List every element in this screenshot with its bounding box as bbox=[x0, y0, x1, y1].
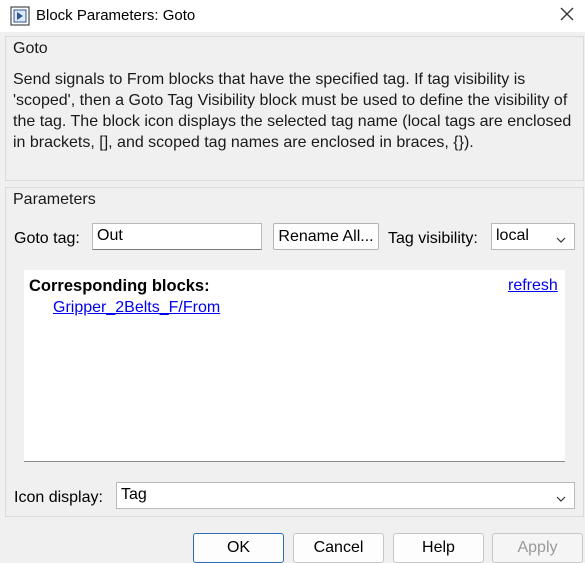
tag-visibility-label: Tag visibility: bbox=[388, 230, 478, 247]
tag-visibility-select[interactable]: local bbox=[491, 223, 575, 250]
apply-button[interactable]: Apply bbox=[492, 533, 583, 563]
chevron-down-icon bbox=[555, 489, 567, 502]
goto-tag-input[interactable]: Out bbox=[92, 223, 262, 250]
ok-button[interactable]: OK bbox=[193, 533, 284, 563]
close-icon bbox=[560, 7, 574, 26]
simulink-block-icon bbox=[10, 6, 30, 26]
refresh-link[interactable]: refresh bbox=[508, 276, 558, 296]
close-button[interactable] bbox=[548, 0, 585, 32]
tag-visibility-value: local bbox=[496, 227, 529, 244]
parameters-panel: Parameters Goto tag: Out Rename All... T… bbox=[5, 187, 584, 517]
icon-display-value: Tag bbox=[121, 486, 147, 503]
title-bar: Block Parameters: Goto bbox=[0, 0, 585, 32]
goto-description-panel: Goto Send signals to From blocks that ha… bbox=[5, 36, 584, 181]
help-button[interactable]: Help bbox=[393, 533, 484, 563]
rename-all-button[interactable]: Rename All... bbox=[273, 223, 379, 250]
icon-display-label: Icon display: bbox=[14, 489, 103, 506]
corresponding-block-link[interactable]: Gripper_2Belts_F/From bbox=[53, 298, 220, 318]
goto-legend: Goto bbox=[13, 40, 48, 57]
icon-display-select[interactable]: Tag bbox=[116, 482, 575, 509]
window-title: Block Parameters: Goto bbox=[36, 7, 196, 24]
parameters-legend: Parameters bbox=[13, 191, 96, 208]
corresponding-blocks-box: Corresponding blocks: refresh Gripper_2B… bbox=[24, 270, 565, 462]
cancel-button[interactable]: Cancel bbox=[293, 533, 384, 563]
block-description: Send signals to From blocks that have th… bbox=[13, 71, 572, 151]
goto-tag-label: Goto tag: bbox=[14, 230, 80, 247]
corresponding-blocks-heading: Corresponding blocks: bbox=[29, 277, 210, 295]
chevron-down-icon bbox=[555, 230, 567, 243]
